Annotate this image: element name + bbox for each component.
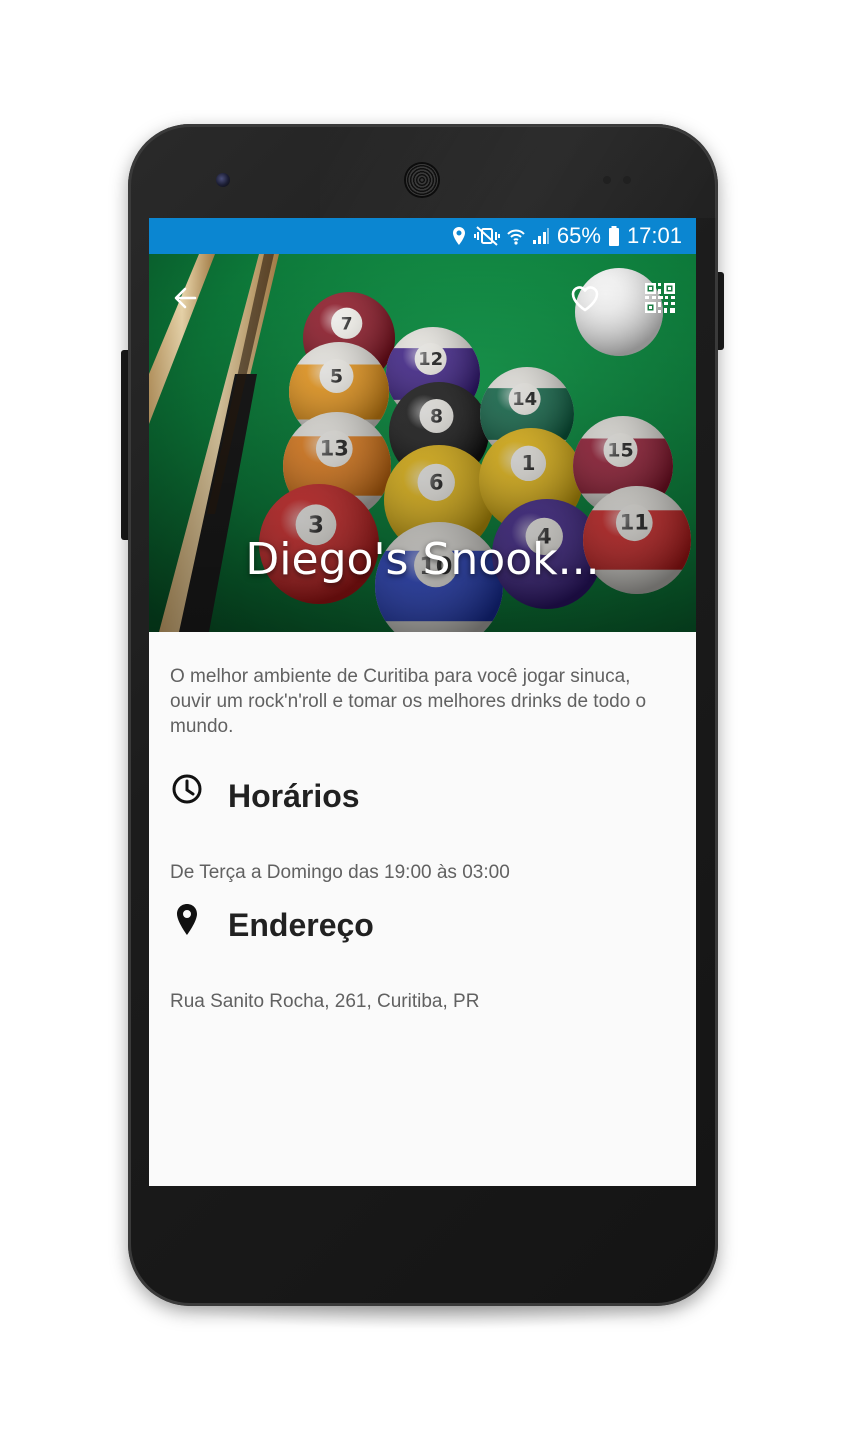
battery-percent: 65% — [556, 223, 601, 248]
hours-heading: Horários — [228, 778, 360, 814]
power-button — [717, 272, 724, 350]
status-bar: 65% 17:01 — [149, 218, 696, 254]
clock-icon — [170, 772, 206, 808]
battery-icon — [608, 225, 620, 247]
mockup-stage: 65% 17:01 Diego's Snook... O melhor ambi… — [0, 0, 845, 1429]
wifi-icon — [507, 226, 525, 246]
hero-toolbar — [149, 254, 696, 334]
place-details: O melhor ambiente de Curitiba para você … — [149, 632, 696, 1186]
hours-text: De Terça a Domingo das 19:00 às 03:00 — [170, 862, 510, 883]
hero-image: 7125814136115310411 — [149, 254, 696, 632]
place-title: Diego's Snook... — [245, 534, 600, 585]
favorite-button[interactable] — [567, 280, 603, 316]
proximity-sensor — [603, 176, 611, 184]
front-camera — [216, 173, 230, 187]
phone-screen: 65% 17:01 Diego's Snook... O melhor ambi… — [149, 218, 696, 1186]
place-description: O melhor ambiente de Curitiba para você … — [170, 666, 647, 737]
address-heading: Endereço — [228, 907, 374, 943]
arrow-back-icon — [174, 287, 197, 309]
status-clock: 17:01 — [626, 223, 682, 248]
address-text[interactable]: Rua Sanito Rocha, 261, Curitiba, PR — [170, 991, 479, 1013]
qr-code-button[interactable] — [643, 281, 677, 315]
qr-code-icon — [645, 283, 675, 313]
status-icons: 65% 17:01 — [451, 218, 682, 254]
back-button[interactable] — [167, 280, 203, 316]
map-pin-icon — [170, 902, 206, 938]
phone-glare — [320, 126, 716, 218]
vibrate-mute-icon — [473, 226, 500, 246]
location-icon — [451, 226, 467, 246]
heart-outline-icon — [571, 286, 599, 312]
light-sensor — [623, 176, 631, 184]
signal-icon — [532, 226, 550, 246]
earpiece-speaker — [406, 164, 438, 196]
